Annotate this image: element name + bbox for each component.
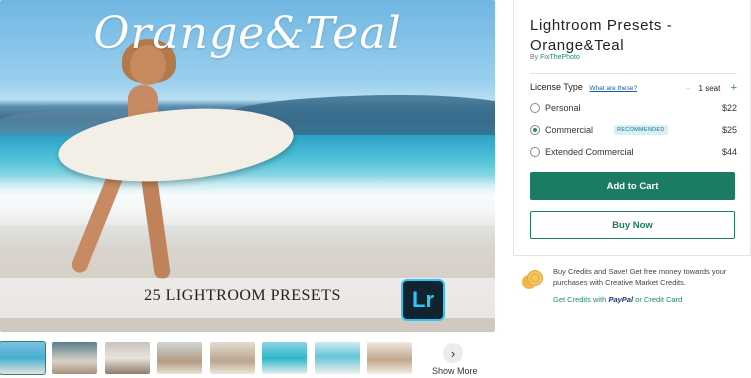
paypal-logo: PayPal xyxy=(608,295,634,304)
radio-extended[interactable] xyxy=(530,147,540,157)
license-option-personal[interactable]: Personal $22 xyxy=(530,103,737,117)
option-price: $25 xyxy=(721,125,737,135)
get-credits-link[interactable]: Get Credits with PayPal or Credit Card xyxy=(553,295,748,304)
show-more-button[interactable]: › Show More xyxy=(432,343,478,376)
author-link[interactable]: FixThePhoto xyxy=(540,54,580,61)
by-prefix: By xyxy=(530,54,539,61)
thumbnail-2[interactable] xyxy=(52,342,97,374)
thumbnail-1[interactable] xyxy=(0,341,46,375)
thumbnail-7[interactable] xyxy=(315,342,360,374)
plus-icon[interactable]: + xyxy=(731,82,737,94)
add-to-cart-button[interactable]: Add to Cart xyxy=(530,172,735,200)
option-label: Extended Commercial xyxy=(545,147,634,157)
seat-stepper: – 1 seat + xyxy=(686,82,737,94)
author-line: By FixThePhoto xyxy=(530,54,580,61)
product-title: Lightroom Presets - Orange&Teal xyxy=(530,17,673,54)
divider xyxy=(530,73,737,74)
wave-foam xyxy=(0,175,495,225)
thumbnail-5[interactable] xyxy=(210,342,255,374)
product-hero-image[interactable]: Orange&Teal 25 LIGHTROOM PRESETS Lr xyxy=(0,0,495,332)
option-label: Personal xyxy=(545,103,581,113)
minus-icon[interactable]: – xyxy=(686,84,690,93)
credits-link-suffix: or Credit Card xyxy=(635,295,683,304)
thumbnail-3[interactable] xyxy=(105,342,150,374)
chevron-right-icon[interactable]: › xyxy=(443,343,463,363)
radio-personal[interactable] xyxy=(530,103,540,113)
lightroom-logo-icon: Lr xyxy=(401,279,445,321)
seat-count: 1 seat xyxy=(698,84,721,93)
license-row: License Type What are these? – 1 seat + xyxy=(530,82,737,94)
credits-text: Buy Credits and Save! Get free money tow… xyxy=(553,267,727,287)
show-more-label: Show More xyxy=(432,366,478,376)
buy-now-button[interactable]: Buy Now xyxy=(530,211,735,239)
purchase-panel: Lightroom Presets - Orange&Teal By FixTh… xyxy=(513,0,751,256)
license-option-extended[interactable]: Extended Commercial $44 xyxy=(530,147,737,161)
hero-title: Orange&Teal xyxy=(93,8,402,59)
license-help-link[interactable]: What are these? xyxy=(589,85,637,92)
credits-link-prefix: Get Credits with xyxy=(553,295,607,304)
thumbnail-6[interactable] xyxy=(262,342,307,374)
option-price: $22 xyxy=(721,103,737,113)
option-label: Commercial xyxy=(545,125,594,135)
license-option-commercial[interactable]: Commercial RECOMMENDED $25 xyxy=(530,125,737,139)
option-price: $44 xyxy=(721,147,737,157)
recommended-badge: RECOMMENDED xyxy=(614,125,668,135)
thumbnail-8[interactable] xyxy=(367,342,412,374)
thumbnail-strip xyxy=(0,341,495,376)
thumbnail-4[interactable] xyxy=(157,342,202,374)
radio-commercial[interactable] xyxy=(530,125,540,135)
license-label: License Type xyxy=(530,82,583,92)
coins-icon xyxy=(522,270,543,289)
